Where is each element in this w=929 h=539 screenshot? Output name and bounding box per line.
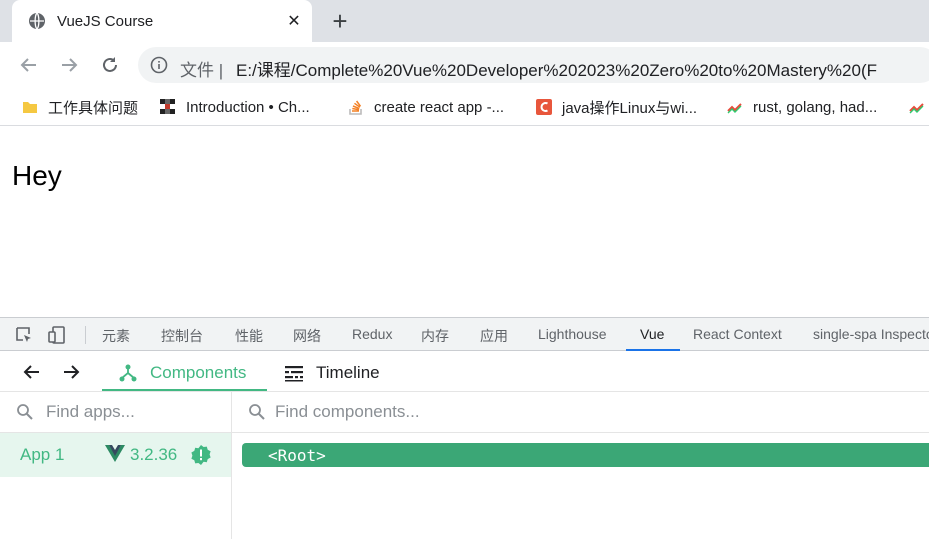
devtools-tabbar: 元素 控制台 性能 网络 Redux 内存 应用 Lighthouse Vue …	[0, 317, 929, 351]
back-button[interactable]	[16, 52, 42, 78]
bookmark-item[interactable]	[909, 96, 929, 118]
trend-icon	[909, 103, 924, 114]
bookmark-item[interactable]: Introduction • Ch...	[160, 96, 310, 118]
arrow-left-icon	[20, 58, 36, 72]
components-panel: Find components... <Root>	[232, 392, 929, 539]
tab-components[interactable]: Components	[118, 358, 246, 388]
vue-logo-icon	[105, 445, 125, 462]
devtools-tab[interactable]: single-spa Inspector	[813, 326, 929, 342]
arrow-right-icon[interactable]	[60, 361, 82, 383]
devtools-tab[interactable]: 网络	[293, 326, 321, 346]
tab-strip: VueJS Course ✕ +	[0, 0, 929, 42]
vue-devtools-header: Components Timeline	[0, 351, 929, 392]
devtools-tab-active[interactable]: Vue	[640, 326, 664, 342]
devtools-tab[interactable]: 内存	[421, 326, 449, 346]
find-apps-search[interactable]: Find apps...	[0, 392, 231, 433]
bookmark-item[interactable]: rust, golang, had...	[727, 96, 877, 118]
arrow-left-icon[interactable]	[21, 361, 43, 383]
trend-icon	[727, 103, 742, 114]
stackoverflow-icon	[349, 100, 362, 115]
bookmarks-bar: 工作具体问题 Introduction • Ch... create react…	[0, 88, 929, 126]
bookmark-item[interactable]: 工作具体问题	[22, 96, 138, 118]
devtools-tab[interactable]: Lighthouse	[538, 326, 607, 342]
vue-version: 3.2.36	[130, 445, 178, 464]
search-icon	[17, 404, 33, 420]
inspect-element-icon[interactable]	[14, 325, 34, 345]
tab-title: VueJS Course	[57, 13, 154, 30]
devtools-tab[interactable]: 性能	[235, 326, 263, 346]
forward-button[interactable]	[56, 52, 82, 78]
folder-icon	[23, 102, 37, 113]
new-tab-button[interactable]: +	[326, 8, 354, 34]
devtools-tab[interactable]: Redux	[352, 326, 392, 342]
warning-badge-icon	[191, 445, 211, 465]
search-icon	[249, 404, 265, 420]
app-name: App 1	[20, 445, 65, 464]
apps-panel: Find apps... App 1 3.2.36	[0, 392, 232, 539]
component-tree-icon	[119, 364, 137, 382]
page-content: Hey	[0, 127, 929, 317]
component-tree-root[interactable]: <Root>	[242, 443, 929, 467]
timeline-icon	[285, 366, 303, 382]
close-tab-icon[interactable]: ✕	[283, 10, 305, 32]
find-components-search[interactable]: Find components...	[232, 392, 929, 433]
browser-toolbar: 文件 | E:/课程/Complete%20Vue%20Developer%20…	[0, 42, 929, 88]
reload-icon	[103, 57, 117, 72]
root-component-label: <Root>	[268, 446, 326, 465]
bookmark-item[interactable]: create react app -...	[348, 96, 504, 118]
devtools-tab[interactable]: React Context	[693, 326, 782, 342]
tab-timeline[interactable]: Timeline	[284, 358, 380, 388]
file-scheme-label: 文件 |	[180, 61, 224, 80]
app-selector-item[interactable]: App 1 3.2.36	[0, 433, 231, 477]
find-apps-placeholder: Find apps...	[46, 402, 135, 421]
devtools-tab[interactable]: 应用	[480, 326, 508, 346]
browser-window: VueJS Course ✕ + 文件 | E:/课程/Complete%20V…	[0, 0, 929, 539]
url-text: E:/课程/Complete%20Vue%20Developer%202023%…	[236, 61, 877, 80]
globe-icon	[29, 12, 45, 30]
page-heading: Hey	[12, 160, 62, 191]
find-components-placeholder: Find components...	[275, 402, 420, 421]
device-toolbar-icon[interactable]	[47, 325, 67, 345]
devtools-tab[interactable]: 控制台	[161, 326, 203, 346]
reload-button[interactable]	[97, 52, 123, 78]
checker-icon	[160, 99, 176, 115]
devtools-separator	[85, 326, 86, 344]
arrow-right-icon	[62, 58, 78, 72]
bookmark-item[interactable]: java操作Linux与wi...	[536, 96, 697, 118]
csdn-icon	[536, 99, 552, 115]
devtools-tab[interactable]: 元素	[102, 326, 130, 346]
info-icon	[150, 56, 168, 74]
active-tab-indicator	[102, 389, 267, 391]
browser-tab[interactable]: VueJS Course ✕	[12, 0, 312, 42]
address-bar[interactable]: 文件 | E:/课程/Complete%20Vue%20Developer%20…	[138, 47, 929, 83]
